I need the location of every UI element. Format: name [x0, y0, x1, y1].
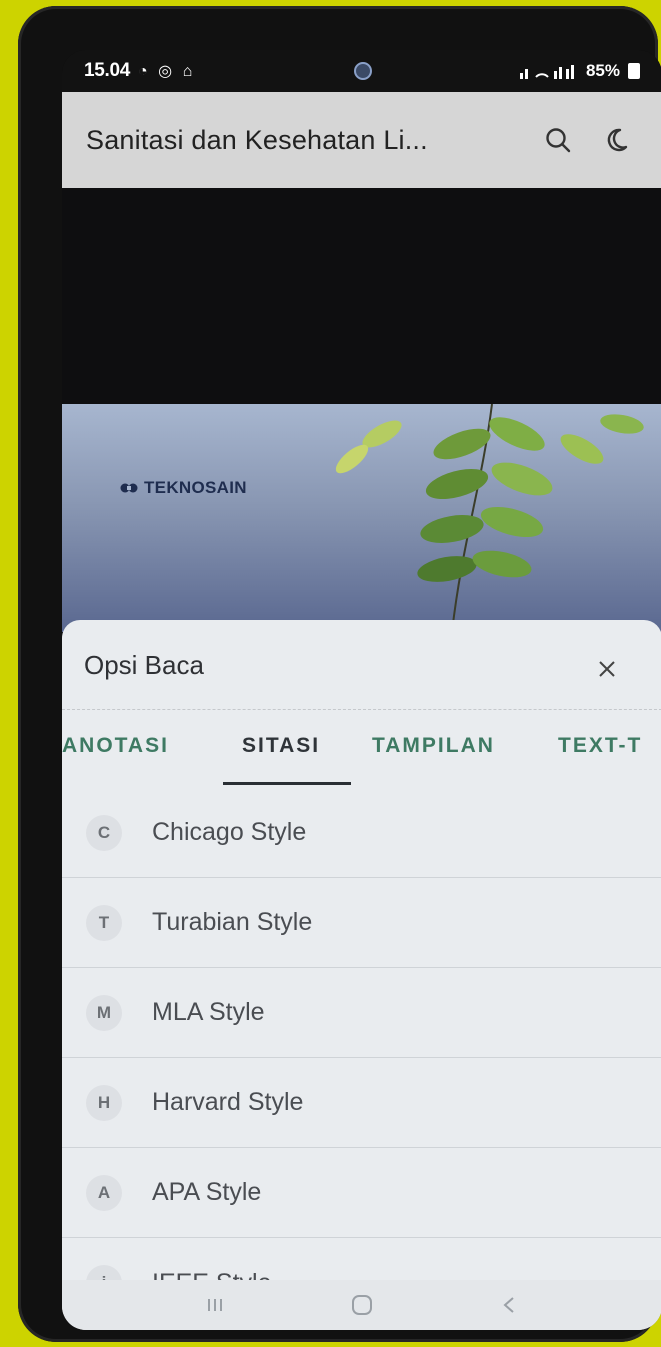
active-tab-indicator [223, 782, 351, 785]
home-button[interactable] [347, 1293, 377, 1317]
search-button[interactable] [540, 122, 576, 158]
style-label: MLA Style [152, 998, 265, 1026]
app-bar: Sanitasi dan Kesehatan Li... [62, 92, 661, 188]
citation-style-list: C Chicago Style T Turabian Style M MLA S… [62, 788, 661, 1328]
logo-text: TEKNOSAIN [144, 478, 247, 497]
style-label: Turabian Style [152, 908, 313, 936]
tab-anotasi[interactable]: ANOTASI [62, 734, 169, 758]
tab-sitasi[interactable]: SITASI [242, 734, 320, 758]
recents-button[interactable] [200, 1293, 230, 1317]
style-label: Chicago Style [152, 818, 307, 846]
list-item-chicago[interactable]: C Chicago Style [62, 788, 661, 878]
camera-cutout-icon [354, 62, 372, 80]
book-cover-image: TEKNOSAIN [62, 404, 661, 632]
moon-icon [607, 128, 628, 152]
style-badge: H [86, 1084, 122, 1121]
dark-mode-button[interactable] [602, 122, 638, 158]
list-item-apa[interactable]: A APA Style [62, 1148, 661, 1238]
list-item-turabian[interactable]: T Turabian Style [62, 878, 661, 968]
recents-icon [208, 1299, 223, 1311]
style-badge: C [86, 814, 122, 851]
reading-options-sheet: Opsi Baca ANOTASI SITASI TAMPILAN TEXT-T… [62, 620, 661, 1330]
list-item-harvard[interactable]: H Harvard Style [62, 1058, 661, 1148]
app-bar-actions [540, 122, 638, 158]
style-badge: A [86, 1174, 122, 1211]
signal-icon [519, 65, 574, 79]
style-badge: M [86, 994, 122, 1031]
style-badge: T [86, 904, 122, 941]
battery-percent: 85% [585, 61, 620, 80]
tab-bar: ANOTASI SITASI TAMPILAN TEXT-T [62, 710, 661, 788]
status-bar: 15.04 ◔ ◎ ⌂ 85% [62, 50, 661, 92]
sheet-title: Opsi Baca [84, 650, 204, 680]
tab-tampilan[interactable]: TAMPILAN [372, 734, 495, 758]
status-time: 15.04 [84, 60, 131, 81]
close-button[interactable] [592, 654, 622, 684]
close-icon [599, 661, 615, 677]
list-item-mla[interactable]: M MLA Style [62, 968, 661, 1058]
screen: 15.04 ◔ ◎ ⌂ 85% Sanitasi dan Kesehatan L… [62, 50, 661, 1330]
page-title: Sanitasi dan Kesehatan Li... [86, 124, 428, 155]
publisher-logo: TEKNOSAIN [120, 478, 247, 498]
battery-icon [628, 63, 640, 79]
logo-mark-icon [120, 483, 138, 493]
cover-top [62, 188, 661, 404]
back-icon [503, 1297, 514, 1313]
phone-frame: 15.04 ◔ ◎ ⌂ 85% Sanitasi dan Kesehatan L… [18, 6, 661, 1342]
style-label: Harvard Style [152, 1088, 304, 1116]
search-icon [546, 128, 571, 153]
leaves-illustration [335, 404, 644, 632]
system-indicators: 85% [519, 61, 640, 81]
system-nav-bar [62, 1280, 661, 1330]
home-icon [351, 1295, 372, 1315]
style-label: APA Style [152, 1178, 262, 1206]
tab-text-to-speech[interactable]: TEXT-T [558, 734, 642, 758]
notification-icons: ◔ ◎ ⌂ [138, 63, 196, 80]
back-button[interactable] [494, 1293, 524, 1317]
sheet-header: Opsi Baca [62, 620, 661, 710]
